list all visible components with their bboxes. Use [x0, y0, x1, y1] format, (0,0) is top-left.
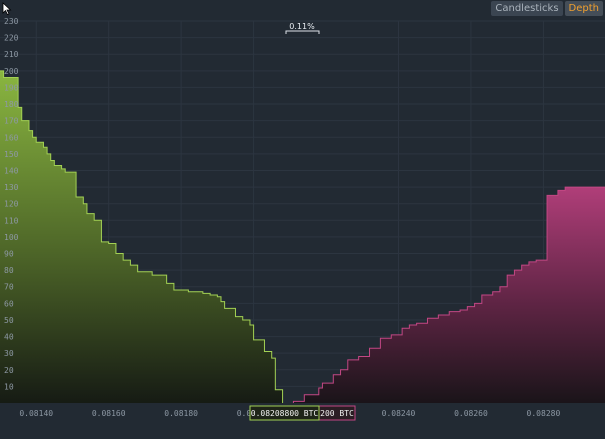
tab-candlesticks[interactable]: Candlesticks — [491, 1, 563, 16]
y-tick-label: 170 — [4, 117, 19, 126]
x-tick-label: 0.08260 — [454, 409, 488, 418]
price-labels: 200 BTC 0.08208800 BTC — [249, 405, 356, 421]
y-tick-label: 80 — [4, 266, 14, 275]
y-tick-label: 150 — [4, 150, 19, 159]
x-tick-label: 0.08240 — [382, 409, 416, 418]
x-tick-label: 0.08140 — [19, 409, 53, 418]
y-tick-label: 30 — [4, 349, 14, 358]
y-tick-label: 60 — [4, 299, 14, 308]
tab-depth[interactable]: Depth — [564, 1, 603, 16]
mouse-cursor-icon — [2, 2, 12, 16]
y-tick-label: 110 — [4, 216, 19, 225]
y-tick-label: 160 — [4, 133, 19, 142]
y-tick-label: 180 — [4, 100, 19, 109]
ask-price-label: 200 BTC — [320, 409, 354, 418]
bid-price-label: 0.08208800 BTC — [251, 409, 319, 418]
x-tick-label: 0.08160 — [92, 409, 126, 418]
y-tick-label: 40 — [4, 333, 14, 342]
chart-type-tabs: Candlesticks Depth — [491, 1, 603, 16]
y-tick-label: 130 — [4, 183, 19, 192]
y-tick-label: 200 — [4, 67, 19, 76]
y-tick-label: 90 — [4, 250, 14, 259]
y-tick-label: 140 — [4, 166, 19, 175]
spread-label: 0.11% — [289, 22, 315, 31]
y-tick-label: 190 — [4, 83, 19, 92]
y-tick-label: 70 — [4, 283, 14, 292]
y-tick-label: 50 — [4, 316, 14, 325]
y-tick-label: 230 — [4, 17, 19, 26]
x-tick-label: 0.08180 — [164, 409, 198, 418]
spread-bracket — [285, 30, 320, 34]
y-tick-label: 100 — [4, 233, 19, 242]
y-tick-label: 210 — [4, 50, 19, 59]
x-tick-label: 0.08280 — [527, 409, 561, 418]
spread-indicator: 0.11% — [285, 22, 320, 34]
y-tick-label: 20 — [4, 366, 14, 375]
depth-chart-panel: 10 20 30 40 50 60 70 80 90 100 110 120 130 140 150 160 1… — [0, 0, 605, 439]
depth-chart[interactable]: 10 20 30 40 50 60 70 80 90 100 110 120 130 140 150 160 1… — [0, 0, 605, 439]
y-tick-label: 220 — [4, 34, 19, 43]
y-tick-label: 120 — [4, 200, 19, 209]
y-tick-label: 10 — [4, 382, 14, 391]
